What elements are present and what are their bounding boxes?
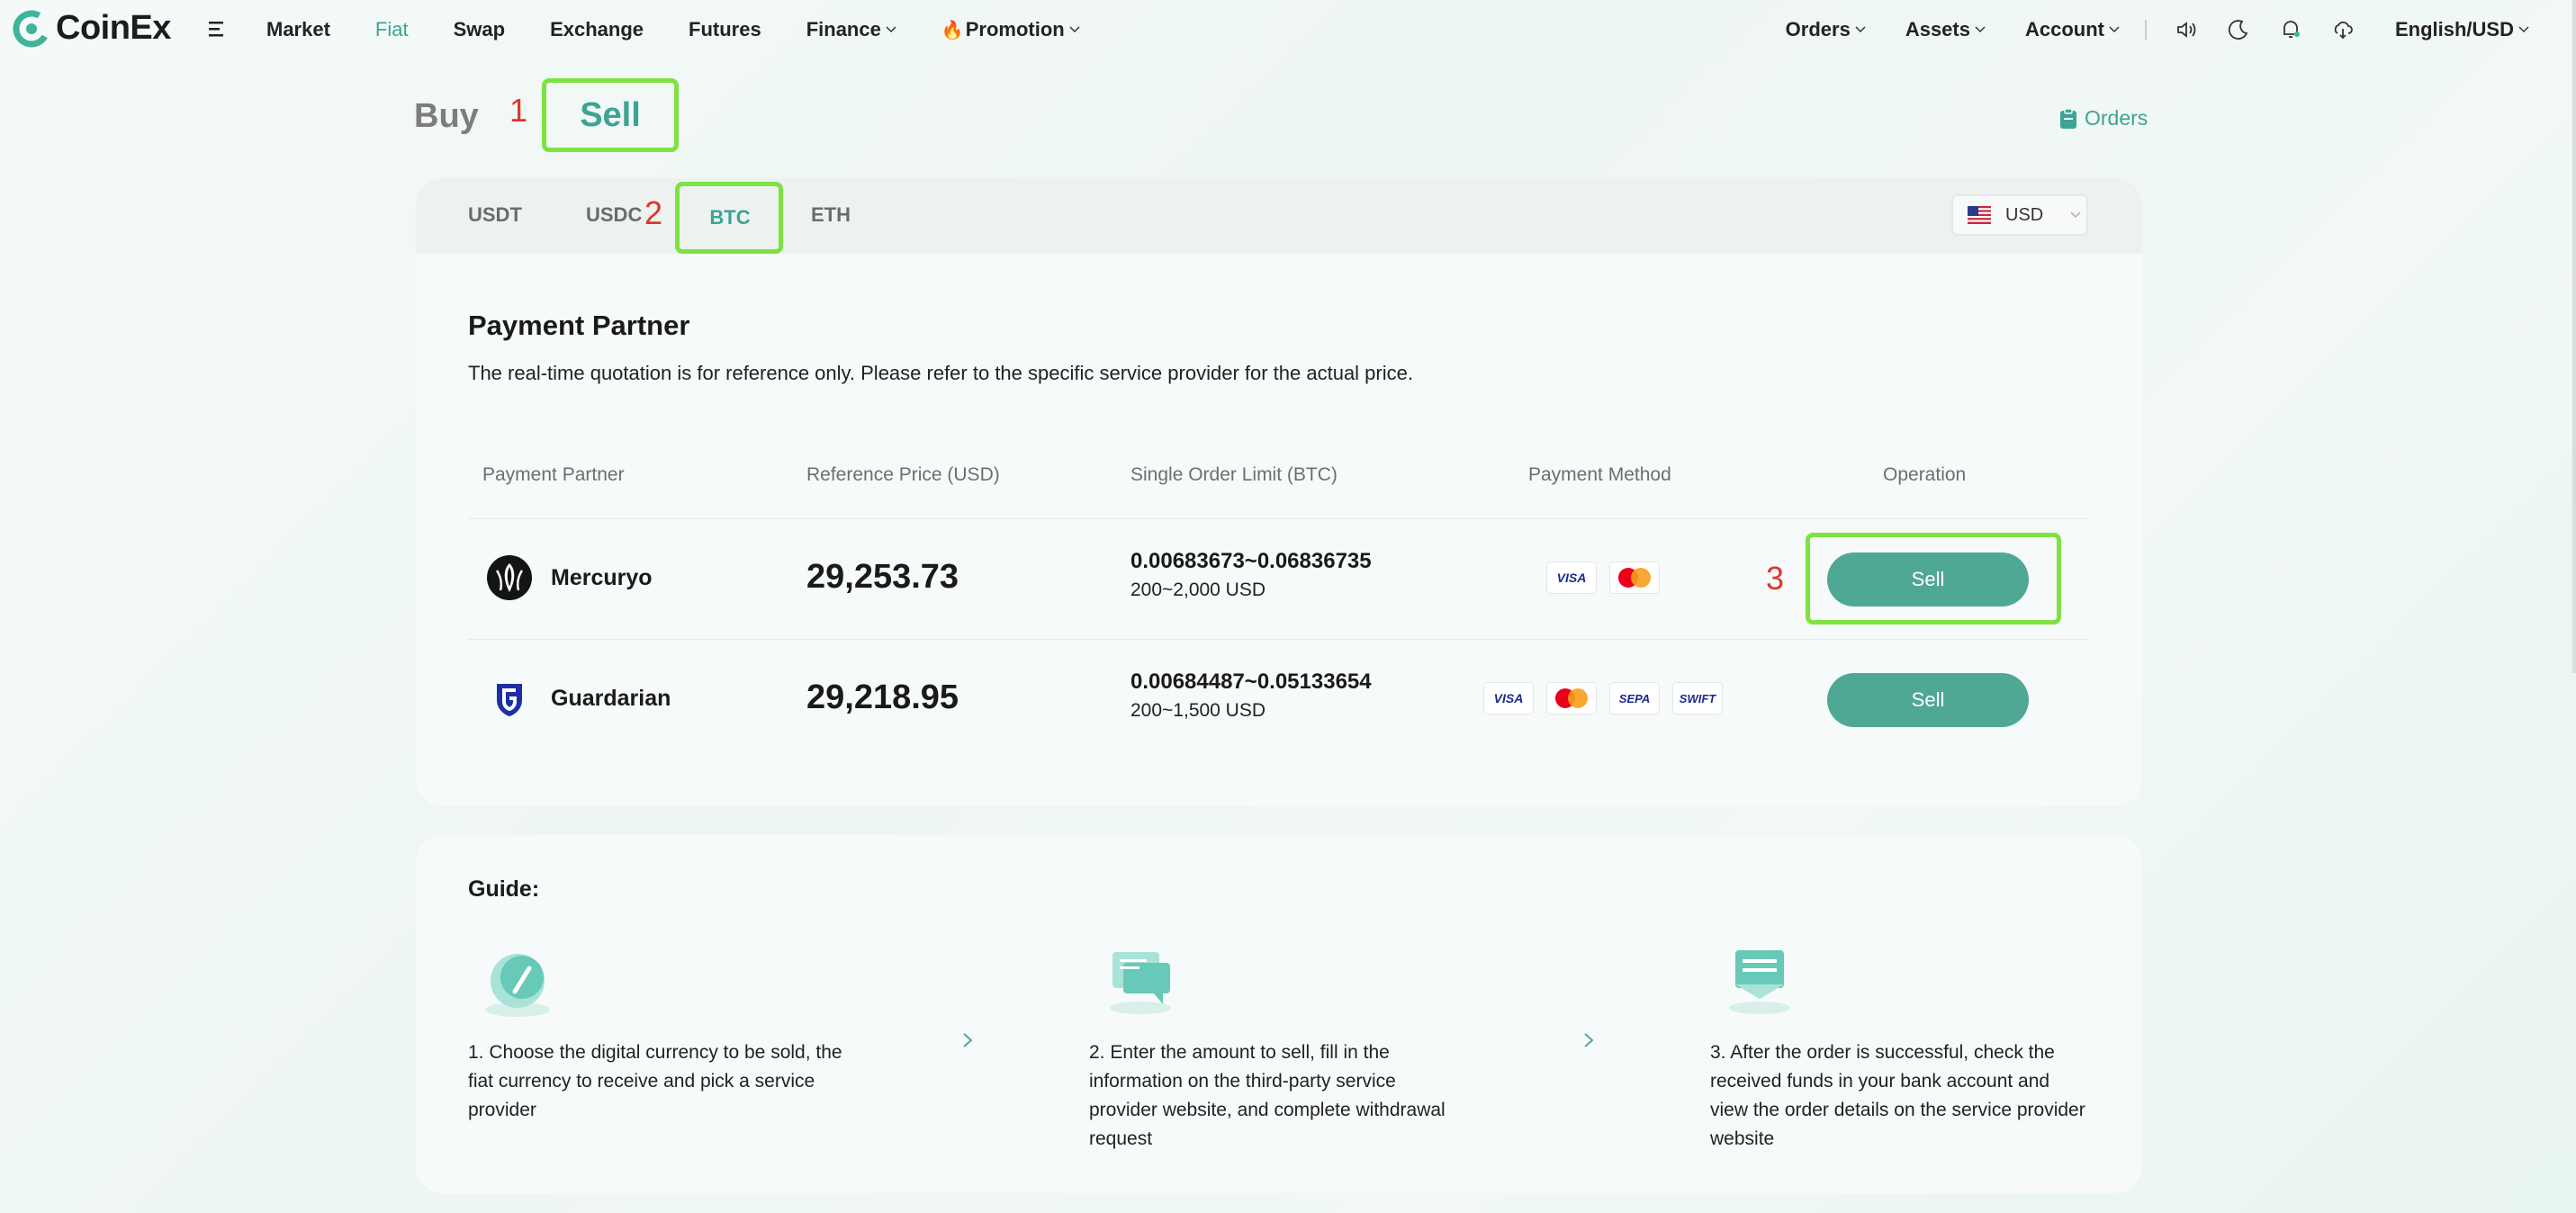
chevron-down-icon [886,26,896,33]
order-complete-icon [1729,950,1790,1014]
column-header-method: Payment Method [1528,464,1671,485]
nav-orders[interactable]: Orders [1786,18,1866,41]
section-description: The real-time quotation is for reference… [468,362,1413,384]
section-title: Payment Partner [468,310,690,341]
guide-step-1: 1. Choose the digital currency to be sol… [468,1042,842,1120]
limit-btc: 0.00684487~0.05133654 [1130,669,1372,694]
language-label: English/USD [2394,18,2514,40]
limit-btc: 0.00683673~0.06836735 [1130,549,1372,573]
moon-icon[interactable] [2226,17,2251,42]
chevron-down-icon [2070,211,2081,219]
sell-button-guardarian[interactable]: Sell [1827,673,2029,727]
mercuryo-logo-icon [487,555,532,600]
currency-value: USD [2005,204,2044,225]
column-header-partner: Payment Partner [482,464,625,485]
scrollbar[interactable] [2572,0,2576,673]
nav-finance-label: Finance [806,18,881,40]
nav-orders-label: Orders [1785,18,1851,40]
limit-usd: 200~2,000 USD [1130,580,1266,600]
nav-futures[interactable]: Futures [689,18,761,41]
bell-icon[interactable] [2278,17,2303,42]
menu-icon[interactable] [209,20,229,38]
tab-usdc[interactable]: USDC [586,203,642,227]
annotation-step-1: 1 [509,92,528,129]
visa-icon: VISA [1546,562,1597,594]
nav-divider [2144,20,2147,40]
nav-assets-label: Assets [1905,18,1970,40]
download-icon[interactable] [2330,17,2355,42]
us-flag-icon [1968,206,1991,224]
coinex-logo[interactable]: CoinEx [13,9,171,48]
row-divider [468,518,2088,519]
order-limit: 0.00684487~0.05133654 200~1,500 USD [1130,669,1372,722]
sell-tab[interactable]: Sell [544,80,677,150]
speaker-icon[interactable] [2174,17,2199,42]
annotation-step-2: 2 [644,194,663,231]
tab-usdt[interactable]: USDT [468,203,522,227]
sepa-icon: SEPA [1609,682,1660,714]
nav-promotion[interactable]: 🔥 Promotion [941,18,1080,41]
nav-market[interactable]: Market [266,18,330,41]
nav-user: Orders Assets Account English/USD [1746,0,2529,59]
nav-promotion-label: Promotion [965,18,1065,40]
flame-icon: 🔥 [941,20,964,40]
nav-account[interactable]: Account [2025,18,2120,41]
nav-assets[interactable]: Assets [1905,18,1986,41]
annotation-step-3: 3 [1766,560,1785,597]
chevron-right-icon [963,1033,973,1047]
brand-name: CoinEx [56,9,171,47]
language-selector[interactable]: English/USD [2395,18,2529,41]
swift-icon: SWIFT [1672,682,1723,714]
guide-card: Guide: 1. Choose the digital currency to… [416,835,2142,1193]
nav-main: Market Fiat Swap Exchange Futures Financ… [266,0,1125,59]
coinex-logo-icon [13,10,50,47]
tab-btc[interactable]: BTC [679,184,781,252]
nav-fiat[interactable]: Fiat [375,18,409,41]
orders-link[interactable]: Orders [2059,106,2148,130]
chevron-right-icon [1584,1033,1594,1047]
guide-title: Guide: [468,876,540,902]
limit-usd: 200~1,500 USD [1130,700,1266,721]
sell-button-mercuryo[interactable]: Sell [1827,553,2029,606]
partner-mercuryo: Mercuryo [486,554,653,601]
chevron-down-icon [2518,26,2529,33]
guide-step-2: 2. Enter the amount to sell, fill in the… [1089,1042,1446,1149]
currency-select[interactable]: USD [1951,194,2088,236]
coin-select-icon [485,954,550,1017]
guide-step-3: 3. After the order is successful, check … [1710,1042,2085,1149]
nav-finance[interactable]: Finance [806,18,896,41]
nav-swap[interactable]: Swap [454,18,505,41]
chevron-down-icon [2109,26,2120,33]
top-navbar: CoinEx Market Fiat Swap Exchange Futures… [0,0,2576,59]
row-divider [468,639,2088,640]
chat-form-icon [1110,952,1171,1014]
column-header-limit: Single Order Limit (BTC) [1130,464,1338,485]
payment-methods: VISA [1546,562,1660,594]
nav-exchange[interactable]: Exchange [550,18,644,41]
partner-name: Guardarian [551,685,671,711]
clipboard-icon [2060,107,2076,129]
reference-price: 29,253.73 [806,558,959,596]
guardarian-logo-icon [497,684,522,716]
nav-account-label: Account [2024,18,2104,40]
partner-name: Mercuryo [551,564,653,590]
order-limit: 0.00683673~0.06836735 200~2,000 USD [1130,549,1372,601]
mastercard-icon [1546,682,1597,714]
chevron-down-icon [1855,26,1866,33]
mastercard-icon [1609,562,1660,594]
chevron-down-icon [1069,26,1080,33]
payment-methods: VISA SEPA SWIFT [1483,682,1723,714]
column-header-price: Reference Price (USD) [806,464,1000,485]
tab-eth[interactable]: ETH [811,203,851,227]
column-header-operation: Operation [1883,464,1967,485]
reference-price: 29,218.95 [806,678,959,716]
visa-icon: VISA [1483,682,1534,714]
partner-guardarian: Guardarian [486,675,671,722]
payment-card: USDT USDC 2 BTC ETH USD Payment Partner … [416,178,2142,806]
buy-tab[interactable]: Buy [414,97,479,136]
orders-link-label: Orders [2085,106,2148,130]
chevron-down-icon [1975,26,1986,33]
